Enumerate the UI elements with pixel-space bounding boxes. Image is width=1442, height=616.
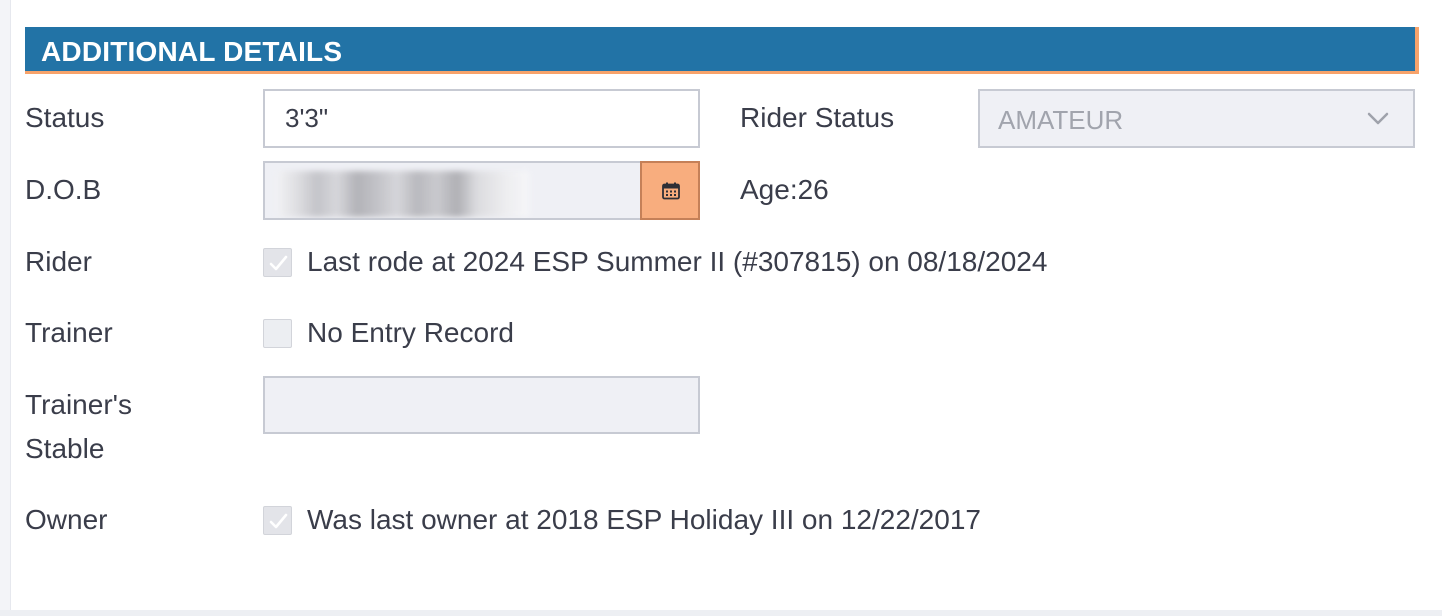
trainers-stable-label-line1: Trainer's bbox=[25, 389, 132, 420]
owner-status-text: Was last owner at 2018 ESP Holiday III o… bbox=[307, 504, 981, 535]
section-header: ADDITIONAL DETAILS bbox=[25, 27, 1419, 74]
additional-details-panel: ADDITIONAL DETAILS Status Rider Status A… bbox=[10, 0, 1442, 610]
owner-label: Owner bbox=[25, 504, 108, 535]
dob-date-picker bbox=[263, 161, 700, 220]
panel-bottom-border bbox=[0, 610, 1442, 616]
calendar-button[interactable] bbox=[640, 161, 700, 220]
trainers-stable-input[interactable] bbox=[263, 376, 700, 434]
status-label: Status bbox=[25, 102, 105, 133]
age-label: Age: bbox=[740, 174, 798, 205]
section-title: ADDITIONAL DETAILS bbox=[41, 36, 343, 67]
dob-redacted-value bbox=[277, 171, 529, 217]
rider-status-text: Last rode at 2024 ESP Summer II (#307815… bbox=[307, 246, 1048, 277]
status-input[interactable] bbox=[263, 89, 700, 148]
age-display: Age:26 bbox=[740, 168, 829, 212]
trainer-label: Trainer bbox=[25, 317, 113, 348]
trainers-stable-label-line2: Stable bbox=[25, 433, 105, 464]
calendar-icon bbox=[662, 182, 680, 200]
rider-status-select[interactable]: AMATEUR bbox=[978, 89, 1415, 148]
dob-input[interactable] bbox=[263, 161, 640, 220]
rider-status-selected-value: AMATEUR bbox=[998, 105, 1124, 135]
rider-status-label: Rider Status bbox=[740, 102, 895, 133]
rider-checkbox[interactable] bbox=[263, 248, 292, 277]
checkmark-icon bbox=[269, 255, 288, 271]
dob-label: D.O.B bbox=[25, 174, 102, 205]
age-value: 26 bbox=[797, 174, 829, 205]
chevron-down-icon bbox=[1365, 105, 1391, 136]
rider-label: Rider bbox=[25, 246, 92, 277]
trainer-status-text: No Entry Record bbox=[307, 317, 514, 348]
trainer-checkbox[interactable] bbox=[263, 319, 292, 348]
owner-checkbox[interactable] bbox=[263, 506, 292, 535]
checkmark-icon bbox=[269, 513, 288, 529]
